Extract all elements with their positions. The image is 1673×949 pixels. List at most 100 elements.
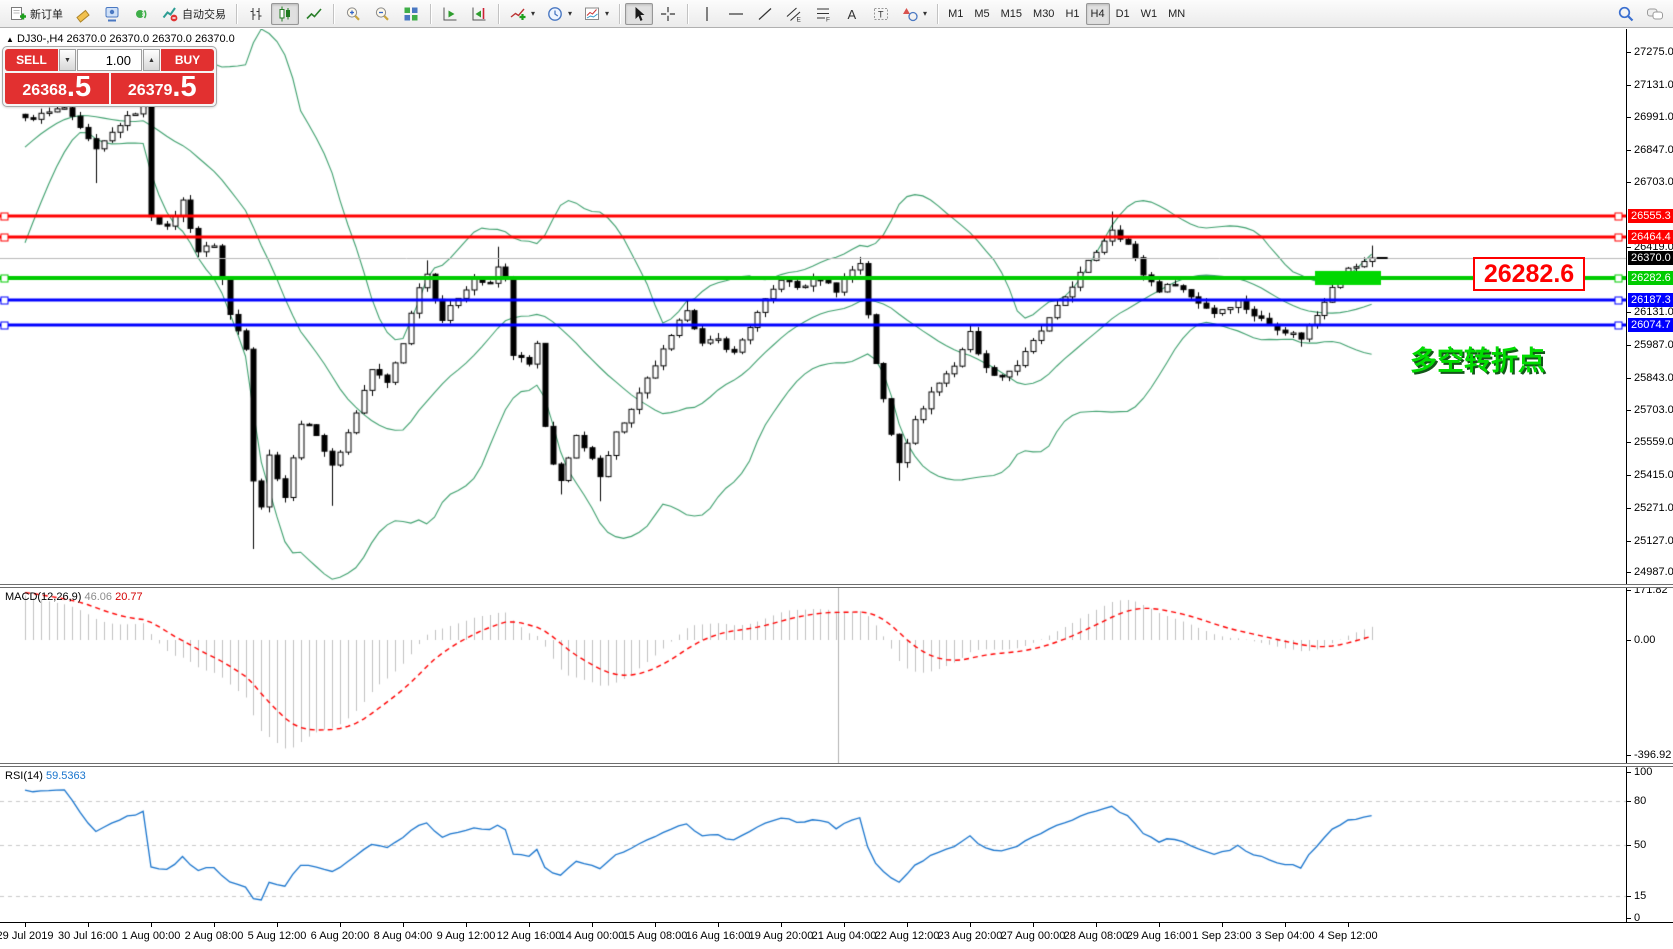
sell-price[interactable]: 26368.5 [5, 73, 109, 104]
toolbar-separator [619, 4, 620, 24]
templates-caret-icon: ▾ [605, 9, 609, 18]
metaeditor-button[interactable] [98, 3, 126, 25]
zoom-in-button[interactable] [339, 3, 367, 25]
price-axis-tick: 26703.0 [1634, 176, 1673, 188]
crosshair-tool-button[interactable] [654, 3, 682, 25]
buy-button[interactable]: BUY [161, 49, 214, 71]
macd-canvas[interactable] [0, 588, 1626, 763]
periods-button[interactable]: ▾ [541, 3, 577, 25]
timeframe-h4-button[interactable]: H4 [1086, 3, 1110, 25]
text-label-tool-button[interactable]: T [867, 3, 895, 25]
market-watch-button[interactable] [69, 3, 97, 25]
new-order-icon [9, 5, 27, 23]
timeframe-h1-button[interactable]: H1 [1060, 3, 1084, 25]
vertical-line-tool-button[interactable] [693, 3, 721, 25]
rsi-axis-tick: 100 [1634, 766, 1652, 778]
panel-toggle-icon[interactable]: ▲ [6, 35, 14, 44]
price-axis: 27275.027131.026991.026847.026703.026419… [1626, 29, 1673, 922]
candlestick-chart-button[interactable] [271, 3, 299, 25]
time-axis-tick-mark [1348, 923, 1349, 927]
timeframe-group: M1M5M15M30H1H4D1W1MN [943, 3, 1190, 25]
crosshair-icon [659, 5, 677, 23]
volume-increase-button[interactable]: ▲ [143, 49, 160, 71]
line-chart-button[interactable] [300, 3, 328, 25]
time-axis-tick-mark [718, 923, 719, 927]
fibonacci-tool-button[interactable]: F [809, 3, 837, 25]
horizontal-line-tool-button[interactable] [722, 3, 750, 25]
pane-splitter[interactable] [0, 584, 1673, 588]
tile-windows-button[interactable] [397, 3, 425, 25]
rsi-canvas[interactable] [0, 767, 1626, 922]
time-axis-tick-mark [907, 923, 908, 927]
mt4-window: 新订单 自动交易 [0, 0, 1673, 949]
price-axis-tick-mark [1627, 182, 1631, 183]
price-axis-tick-mark [1627, 247, 1631, 248]
new-order-label: 新订单 [30, 6, 63, 22]
price-axis-tick: 27131.0 [1634, 79, 1673, 91]
pane-splitter[interactable] [0, 763, 1673, 767]
channel-icon: E [785, 5, 803, 23]
buy-price-frac: .5 [172, 73, 196, 102]
main-price-pane: ▲ DJ30-,H4 26370.0 26370.0 26370.0 26370… [0, 29, 1626, 584]
periods-clock-icon [546, 5, 564, 23]
rsi-pane: RSI(14) 59.5363 [0, 767, 1626, 922]
templates-button[interactable]: ▾ [578, 3, 614, 25]
svg-text:T: T [878, 9, 884, 19]
fibonacci-icon: F [814, 5, 832, 23]
time-axis-label: 22 Aug 12:00 [875, 930, 940, 942]
timeframe-m30-button[interactable]: M30 [1028, 3, 1059, 25]
chat-button[interactable] [1641, 3, 1669, 25]
time-axis-tick-mark [466, 923, 467, 927]
timeframe-m5-button[interactable]: M5 [969, 3, 994, 25]
alerts-button[interactable] [127, 3, 155, 25]
zoom-out-button[interactable] [368, 3, 396, 25]
time-axis-tick-mark [88, 923, 89, 927]
new-order-button[interactable]: 新订单 [4, 3, 68, 25]
rsi-axis-tick: 15 [1634, 890, 1646, 902]
timeframe-d1-button[interactable]: D1 [1111, 3, 1135, 25]
indicators-button[interactable]: ▾ [504, 3, 540, 25]
volume-decrease-button[interactable]: ▼ [59, 49, 76, 71]
indicators-caret-icon: ▾ [531, 9, 535, 18]
shapes-tool-button[interactable]: ▾ [896, 3, 932, 25]
rsi-value: 59.5363 [46, 770, 86, 782]
time-axis-label: 5 Aug 12:00 [248, 930, 307, 942]
sell-button[interactable]: SELL [5, 49, 58, 71]
time-axis-tick-mark [1033, 923, 1034, 927]
price-axis-tick-mark [1627, 52, 1631, 53]
price-axis-tick: 25843.0 [1634, 372, 1673, 384]
macd-value-signal: 20.77 [115, 591, 143, 603]
timeframe-mn-button[interactable]: MN [1163, 3, 1190, 25]
price-level-badge: 26187.3 [1628, 293, 1673, 307]
buy-price[interactable]: 26379.5 [111, 73, 215, 104]
channel-tool-button[interactable]: E [780, 3, 808, 25]
volume-input[interactable] [77, 49, 142, 71]
auto-trading-button[interactable]: 自动交易 [156, 3, 231, 25]
toolbar-separator [333, 4, 334, 24]
timeframe-m15-button[interactable]: M15 [996, 3, 1027, 25]
cursor-tool-button[interactable] [625, 3, 653, 25]
candlestick-chart-icon [276, 5, 294, 23]
time-axis-label: 23 Aug 20:00 [938, 930, 1003, 942]
trendline-tool-button[interactable] [751, 3, 779, 25]
timeframe-m1-button[interactable]: M1 [943, 3, 968, 25]
time-axis-label: 12 Aug 16:00 [497, 930, 562, 942]
rsi-axis-tick-mark [1627, 801, 1631, 802]
text-tool-button[interactable]: A [838, 3, 866, 25]
timeframe-w1-button[interactable]: W1 [1136, 3, 1163, 25]
time-axis-tick-mark [592, 923, 593, 927]
price-axis-tick-mark [1627, 410, 1631, 411]
rsi-axis-tick: 80 [1634, 795, 1646, 807]
chart-shift-button[interactable] [465, 3, 493, 25]
shapes-caret-icon: ▾ [923, 9, 927, 18]
search-button[interactable] [1612, 3, 1640, 25]
sell-price-frac: .5 [67, 73, 91, 102]
chart-shift-icon [470, 5, 488, 23]
price-axis-tick-mark [1627, 572, 1631, 573]
bar-chart-button[interactable] [242, 3, 270, 25]
time-axis-label: 19 Aug 20:00 [749, 930, 814, 942]
price-chart-canvas[interactable] [0, 29, 1626, 584]
price-axis-tick: 26847.0 [1634, 144, 1673, 156]
auto-scroll-button[interactable] [436, 3, 464, 25]
time-axis-tick-mark [529, 923, 530, 927]
